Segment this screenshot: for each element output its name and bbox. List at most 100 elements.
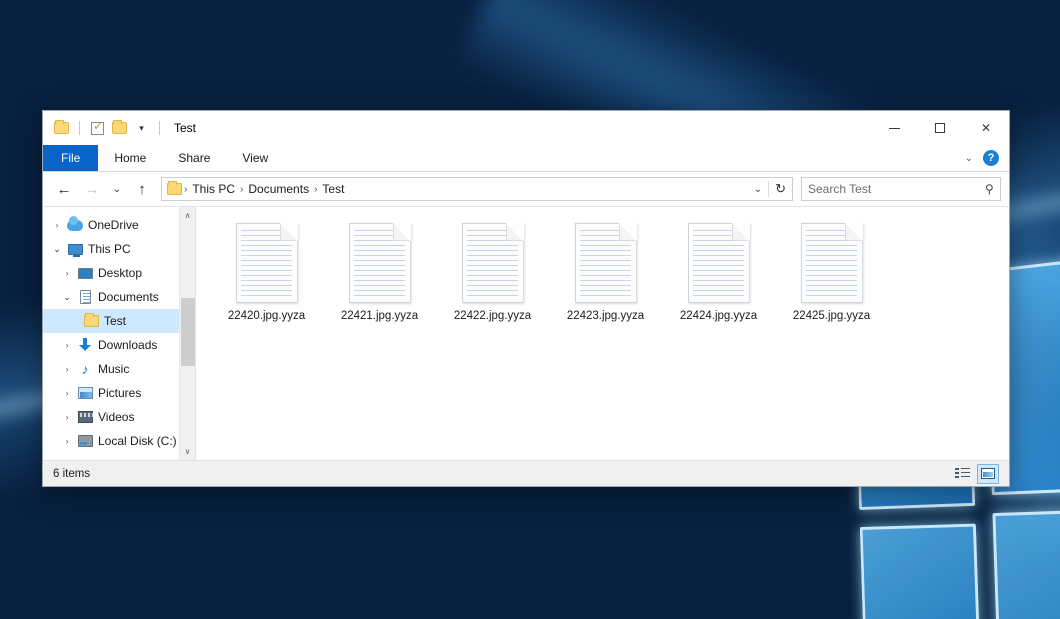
- search-placeholder: Search Test: [808, 182, 985, 196]
- expand-ribbon-chevron-icon[interactable]: ⌄: [965, 153, 973, 164]
- scrollbar-track[interactable]: [180, 224, 196, 443]
- folder-icon[interactable]: [53, 120, 70, 136]
- back-button[interactable]: ←: [51, 176, 77, 202]
- sidebar-item-label: This PC: [88, 242, 131, 256]
- generic-document-icon: [236, 223, 298, 303]
- large-icons-view-button[interactable]: [977, 464, 999, 484]
- list-item[interactable]: 22422.jpg.yyza: [436, 219, 549, 337]
- chevron-right-icon[interactable]: ›: [59, 364, 75, 374]
- window-controls: ✕: [871, 111, 1009, 145]
- sidebar-item-this-pc[interactable]: ⌄ This PC: [43, 237, 195, 261]
- navigation-tree: › OneDrive ⌄ This PC › Desktop: [43, 207, 195, 460]
- up-button[interactable]: ↑: [129, 176, 155, 202]
- sidebar-item-music[interactable]: › ♪ Music: [43, 357, 195, 381]
- file-explorer-window: ▾ Test ✕ File Home Share View ⌄ ? ← →: [42, 110, 1010, 487]
- list-item[interactable]: 22420.jpg.yyza: [210, 219, 323, 337]
- disk-icon: [75, 435, 95, 447]
- tab-file[interactable]: File: [43, 145, 98, 171]
- sidebar-item-label: Documents: [98, 290, 159, 304]
- download-icon: [75, 338, 95, 352]
- close-button[interactable]: ✕: [963, 111, 1009, 145]
- breadcrumb-item-this-pc[interactable]: This PC: [187, 182, 240, 196]
- breadcrumb-tail: ⌄ ↻: [754, 181, 788, 197]
- chevron-right-icon[interactable]: ›: [59, 388, 75, 398]
- file-name: 22420.jpg.yyza: [228, 310, 305, 322]
- sidebar-item-desktop[interactable]: › Desktop: [43, 261, 195, 285]
- search-icon[interactable]: ⚲: [985, 182, 994, 196]
- divider: [768, 181, 769, 197]
- recent-locations-button[interactable]: ⌄: [107, 176, 127, 202]
- scrollbar-thumb[interactable]: [181, 298, 195, 366]
- list-item[interactable]: 22421.jpg.yyza: [323, 219, 436, 337]
- sidebar-item-videos[interactable]: › Videos: [43, 405, 195, 429]
- chevron-down-icon[interactable]: ⌄: [59, 292, 75, 303]
- windows-logo-pane: [860, 524, 983, 619]
- customize-chevron-icon[interactable]: ▾: [133, 120, 150, 136]
- sidebar-item-onedrive[interactable]: › OneDrive: [43, 213, 195, 237]
- sidebar-item-label: Downloads: [98, 338, 157, 352]
- videos-icon: [75, 411, 95, 423]
- refresh-icon[interactable]: ↻: [775, 181, 786, 197]
- divider: [79, 121, 80, 135]
- view-toggle-group: [951, 464, 999, 484]
- sidebar-item-test[interactable]: Test: [43, 309, 195, 333]
- file-name: 22421.jpg.yyza: [341, 310, 418, 322]
- sidebar-item-local-disk[interactable]: › Local Disk (C:): [43, 429, 195, 453]
- details-view-button[interactable]: [951, 464, 973, 484]
- file-name: 22423.jpg.yyza: [567, 310, 644, 322]
- sidebar-item-label: Music: [98, 362, 129, 376]
- folder-icon: [167, 183, 182, 195]
- generic-document-icon: [575, 223, 637, 303]
- sidebar-item-label: Videos: [98, 410, 134, 424]
- desktop-icon: [75, 268, 95, 279]
- sidebar-item-label: Desktop: [98, 266, 142, 280]
- title-bar: ▾ Test ✕: [43, 111, 1009, 145]
- tab-share[interactable]: Share: [162, 145, 226, 171]
- file-name: 22424.jpg.yyza: [680, 310, 757, 322]
- file-list-pane[interactable]: 22420.jpg.yyza 22421.jpg.yyza 22422.jpg.…: [195, 207, 1009, 460]
- breadcrumb-item-test[interactable]: Test: [317, 182, 349, 196]
- navigation-scrollbar[interactable]: ∧ ∨: [179, 207, 195, 460]
- sidebar-item-downloads[interactable]: › Downloads: [43, 333, 195, 357]
- scroll-down-icon[interactable]: ∨: [180, 443, 196, 460]
- maximize-button[interactable]: [917, 111, 963, 145]
- sidebar-item-label: OneDrive: [88, 218, 139, 232]
- status-bar: 6 items: [43, 460, 1009, 486]
- address-bar: ← → ⌄ ↑ › This PC › Documents › Test ⌄ ↻…: [43, 172, 1009, 206]
- item-count: 6 items: [53, 468, 90, 480]
- chevron-right-icon[interactable]: ›: [59, 436, 75, 446]
- tab-home[interactable]: Home: [98, 145, 162, 171]
- chevron-down-icon[interactable]: ⌄: [49, 244, 65, 255]
- help-icon[interactable]: ?: [983, 150, 999, 166]
- tab-view[interactable]: View: [226, 145, 284, 171]
- breadcrumb-item-documents[interactable]: Documents: [243, 182, 314, 196]
- ribbon-right-controls: ⌄ ?: [965, 145, 1009, 171]
- navigation-pane: › OneDrive ⌄ This PC › Desktop: [43, 207, 195, 460]
- breadcrumb-dropdown-icon[interactable]: ⌄: [754, 184, 762, 195]
- breadcrumb[interactable]: › This PC › Documents › Test ⌄ ↻: [161, 177, 793, 201]
- list-item[interactable]: 22425.jpg.yyza: [775, 219, 888, 337]
- sidebar-item-documents[interactable]: ⌄ Documents: [43, 285, 195, 309]
- chevron-right-icon[interactable]: ›: [59, 412, 75, 422]
- sidebar-item-label: Local Disk (C:): [98, 434, 177, 448]
- minimize-button[interactable]: [871, 111, 917, 145]
- divider: [159, 121, 160, 135]
- onedrive-icon: [65, 220, 85, 231]
- sidebar-item-pictures[interactable]: › Pictures: [43, 381, 195, 405]
- list-item[interactable]: 22424.jpg.yyza: [662, 219, 775, 337]
- sidebar-item-label: Pictures: [98, 386, 141, 400]
- chevron-right-icon[interactable]: ›: [59, 340, 75, 350]
- list-item[interactable]: 22423.jpg.yyza: [549, 219, 662, 337]
- file-name: 22425.jpg.yyza: [793, 310, 870, 322]
- pc-icon: [65, 244, 85, 255]
- search-input[interactable]: Search Test ⚲: [801, 177, 1001, 201]
- chevron-right-icon[interactable]: ›: [59, 268, 75, 278]
- chevron-right-icon[interactable]: ›: [49, 220, 65, 230]
- generic-document-icon: [801, 223, 863, 303]
- properties-icon[interactable]: [89, 120, 106, 136]
- new-folder-icon[interactable]: [111, 120, 128, 136]
- music-icon: ♪: [75, 362, 95, 376]
- scroll-up-icon[interactable]: ∧: [180, 207, 196, 224]
- forward-button[interactable]: →: [79, 176, 105, 202]
- folder-icon: [81, 315, 101, 327]
